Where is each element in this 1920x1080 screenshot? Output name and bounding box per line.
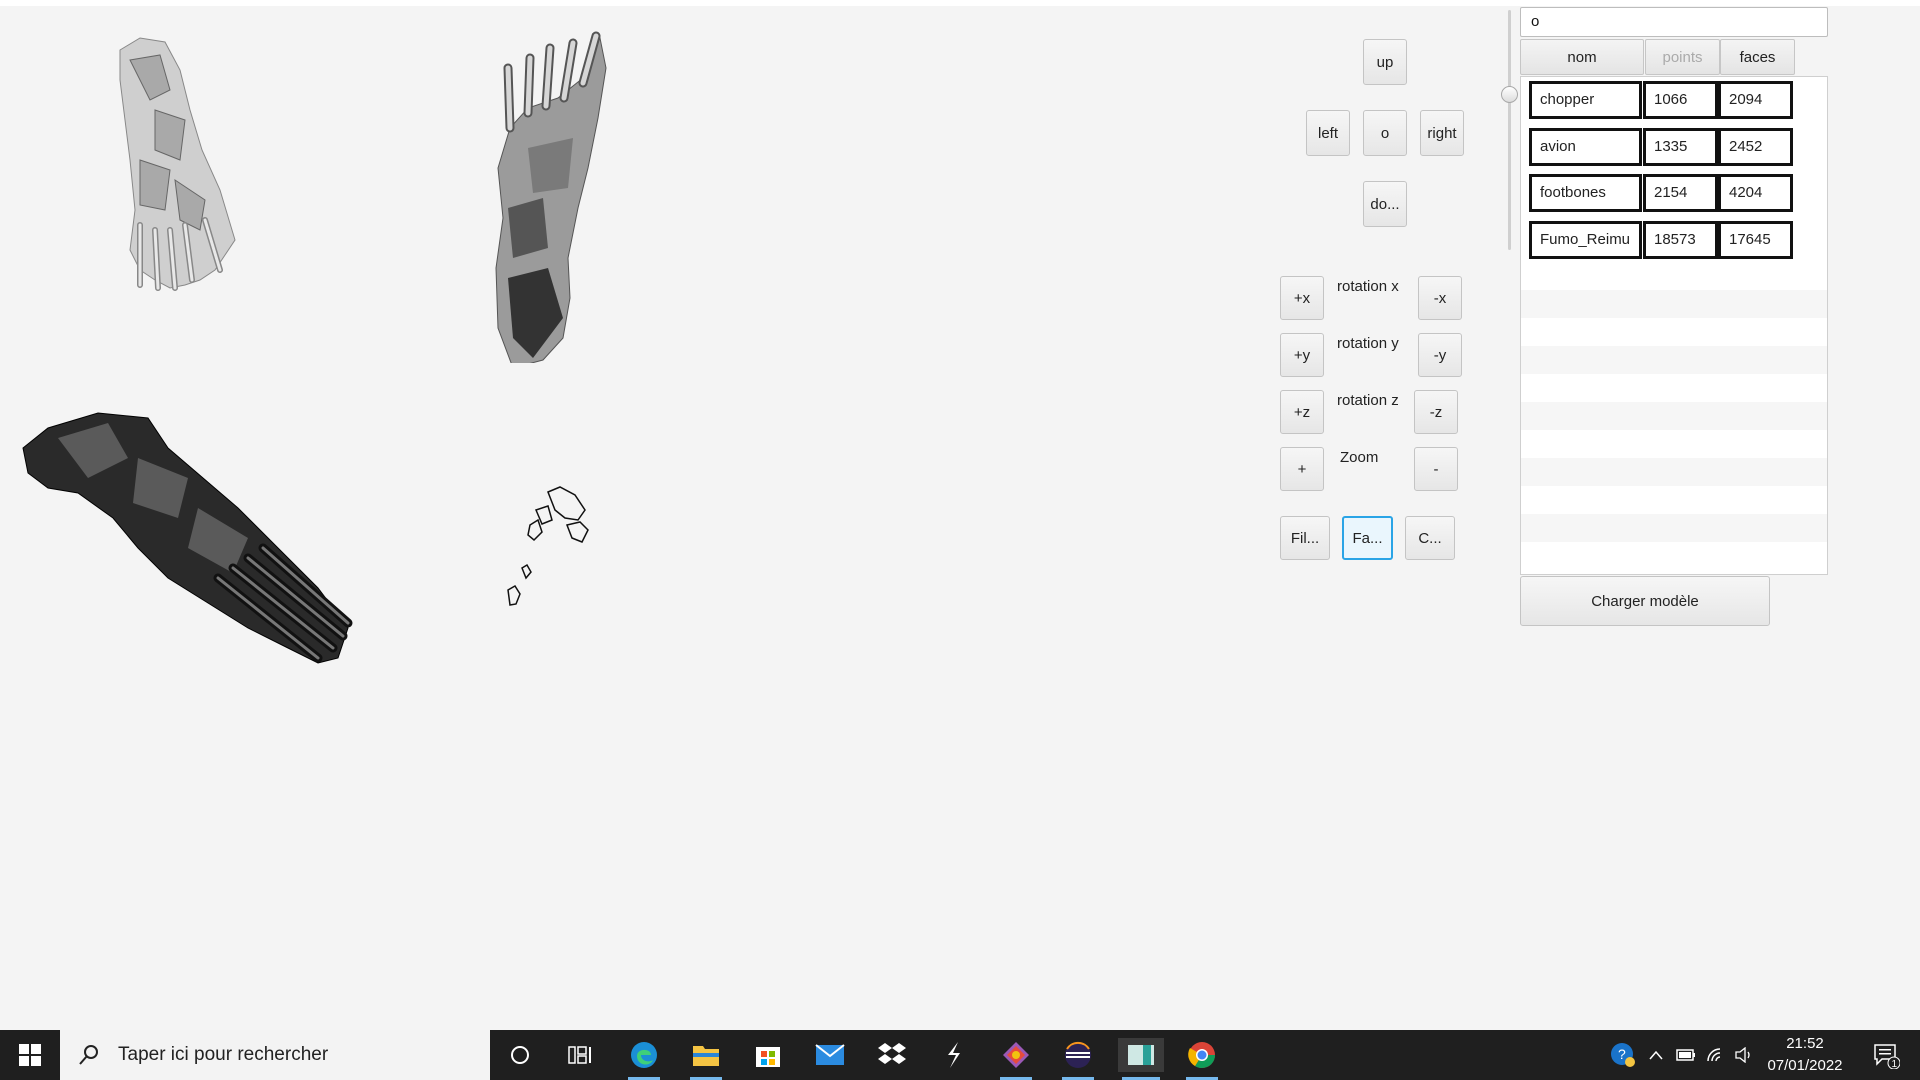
taskbar-search-box[interactable]: Taper ici pour rechercher	[60, 1030, 490, 1080]
windows-taskbar: Taper ici pour rechercher ? 1	[0, 1030, 1920, 1080]
table-cell-faces[interactable]: 17645	[1718, 221, 1793, 259]
rotate-minus-z-button[interactable]: -z	[1414, 390, 1458, 434]
rotate-minus-x-button[interactable]: -x	[1418, 276, 1462, 320]
start-icon[interactable]	[10, 1038, 50, 1072]
foot-view-top-center	[495, 31, 607, 363]
column-header-points[interactable]: points	[1645, 39, 1720, 75]
table-stripe	[1521, 290, 1827, 318]
left-button[interactable]: left	[1306, 110, 1350, 156]
table-cell-points[interactable]: 2154	[1643, 174, 1718, 212]
table-cell-nom[interactable]: Fumo_Reimu	[1529, 221, 1642, 259]
cortana-icon[interactable]	[500, 1038, 540, 1072]
svg-text:?: ?	[1618, 1046, 1626, 1062]
task-view-icon[interactable]	[560, 1038, 600, 1072]
notification-count: 1	[1892, 1059, 1898, 1069]
rotation-y-label: rotation y	[1337, 335, 1399, 352]
rotate-plus-y-button[interactable]: +y	[1280, 333, 1324, 377]
clock-time: 21:52	[1786, 1035, 1824, 1052]
rotate-plus-x-button[interactable]: +x	[1280, 276, 1324, 320]
edge-icon[interactable]	[624, 1038, 664, 1080]
table-stripe	[1521, 458, 1827, 486]
notification-icon[interactable]: 1	[1866, 1038, 1906, 1072]
table-cell-faces[interactable]: 2094	[1718, 81, 1793, 119]
zoom-in-button[interactable]: +	[1280, 447, 1324, 491]
table-cell-points[interactable]: 18573	[1643, 221, 1718, 259]
zoom-label: Zoom	[1340, 449, 1379, 466]
mail-icon[interactable]	[810, 1038, 850, 1072]
table-cell-faces[interactable]: 2452	[1718, 128, 1793, 166]
color-mode-button[interactable]: C...	[1405, 516, 1455, 560]
rotation-z-label: rotation z	[1337, 392, 1399, 409]
table-cell-points[interactable]: 1335	[1643, 128, 1718, 166]
center-button[interactable]: o	[1363, 110, 1407, 156]
clock-date: 07/01/2022	[1767, 1057, 1843, 1074]
table-cell-faces[interactable]: 4204	[1718, 174, 1793, 212]
table-stripe	[1521, 402, 1827, 430]
taskbar-clock[interactable]: 21:52 07/01/2022	[1760, 1033, 1850, 1077]
table-stripe	[1521, 514, 1827, 542]
search-icon	[79, 1045, 98, 1065]
chrome-icon[interactable]	[1182, 1038, 1222, 1080]
file-explorer-icon[interactable]	[686, 1038, 726, 1080]
dropbox-icon[interactable]	[872, 1038, 912, 1072]
table-cell-nom[interactable]: footbones	[1529, 174, 1642, 212]
foot-view-bottom-left	[22, 412, 353, 664]
taskbar-search-placeholder: Taper ici pour rechercher	[118, 1044, 329, 1065]
search-input[interactable]: o	[1520, 7, 1828, 37]
gitkraken-icon[interactable]	[996, 1038, 1036, 1080]
vertical-slider-thumb[interactable]	[1501, 86, 1518, 103]
help-icon[interactable]: ?	[1603, 1038, 1643, 1072]
load-model-button[interactable]: Charger modèle	[1520, 576, 1770, 626]
zoom-out-button[interactable]: -	[1414, 447, 1458, 491]
table-stripe	[1521, 346, 1827, 374]
right-button[interactable]: right	[1420, 110, 1464, 156]
rotate-minus-y-button[interactable]: -y	[1418, 333, 1462, 377]
foot-view-top-left	[119, 37, 236, 291]
table-cell-points[interactable]: 1066	[1643, 81, 1718, 119]
up-button[interactable]: up	[1363, 39, 1407, 85]
vertical-slider-track[interactable]	[1508, 10, 1511, 250]
faces-mode-button[interactable]: Fa...	[1342, 516, 1393, 560]
rotate-plus-z-button[interactable]: +z	[1280, 390, 1324, 434]
app-s-icon[interactable]	[934, 1038, 974, 1072]
column-header-nom[interactable]: nom	[1520, 39, 1644, 75]
wireframe-mode-button[interactable]: Fil...	[1280, 516, 1330, 560]
store-icon[interactable]	[748, 1038, 788, 1072]
down-button[interactable]: do...	[1363, 181, 1407, 227]
eclipse-icon[interactable]	[1058, 1038, 1098, 1080]
rotation-x-label: rotation x	[1337, 278, 1399, 295]
table-cell-nom[interactable]: avion	[1529, 128, 1642, 166]
window-top-edge	[0, 0, 1920, 6]
volume-icon[interactable]	[1726, 1038, 1762, 1072]
table-cell-nom[interactable]: chopper	[1529, 81, 1642, 119]
column-header-faces[interactable]: faces	[1720, 39, 1795, 75]
java-app-icon[interactable]	[1118, 1038, 1164, 1080]
foot-view-wireframe	[507, 486, 589, 606]
